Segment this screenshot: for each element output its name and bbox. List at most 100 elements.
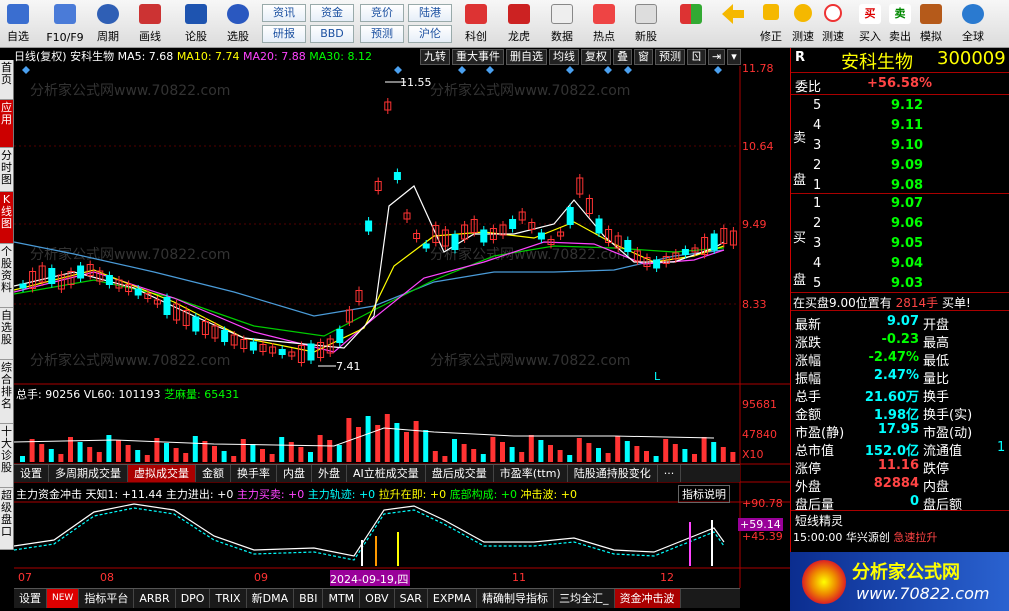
itab-settings[interactable]: 设置 [14, 589, 47, 608]
toolbar-item-newstock[interactable]: 新股 [630, 2, 662, 46]
itab-three-ma[interactable]: 三均全汇_ [554, 589, 615, 608]
toolbar-item-sell[interactable]: 卖卖出 [886, 2, 914, 46]
itab-guided[interactable]: 精确制导指标 [477, 589, 555, 608]
btn-research[interactable]: 研报 [262, 25, 306, 43]
sells-price[interactable]: 9.12 [891, 98, 923, 113]
btn-window[interactable]: 窗 [634, 49, 653, 65]
vtab-after-hours[interactable]: 盘后成交量 [426, 465, 494, 482]
stat-value: 1.98亿 [873, 408, 919, 423]
vtab-ai[interactable]: AI立桩成交量 [347, 465, 426, 482]
itab-bbi[interactable]: BBI [294, 589, 324, 608]
toolbar-item-draw[interactable]: 画线 [134, 2, 166, 46]
btn-overlay[interactable]: 叠 [613, 49, 632, 65]
toolbar-item-discuss[interactable]: 论股 [180, 2, 212, 46]
vtab-northbound[interactable]: 陆股通持股变化 [568, 465, 658, 482]
tab-home[interactable]: 首页 [0, 60, 13, 100]
tab-kline[interactable]: K线图 [0, 192, 13, 244]
buys-price[interactable]: 9.04 [891, 256, 923, 271]
btn-events[interactable]: 重大事件 [452, 49, 504, 65]
itab-mtm[interactable]: MTM [323, 589, 361, 608]
vtab-inner[interactable]: 内盘 [277, 465, 312, 482]
vtab-pe[interactable]: 市盈率(ttm) [494, 465, 568, 482]
toolbar-item-grid[interactable] [676, 2, 706, 46]
btn-remove-watch[interactable]: 删自选 [506, 49, 547, 65]
up-arrow-icon [763, 4, 779, 20]
toolbar-item-speed[interactable]: 测速 [788, 2, 818, 46]
vtab-settings[interactable]: 设置 [14, 465, 49, 482]
vtab-outer[interactable]: 外盘 [312, 465, 347, 482]
itab-obv[interactable]: OBV [360, 589, 395, 608]
volume-bar [701, 437, 707, 462]
itab-fund-impact[interactable]: 资金冲击波 [614, 589, 681, 608]
btn-jiuzhuan[interactable]: 九转 [420, 49, 450, 65]
btn-layout[interactable]: ㄖ [687, 49, 706, 65]
itab-platform[interactable]: 指标平台 [79, 589, 135, 608]
vtab-multi-period[interactable]: 多周期成交量 [49, 465, 128, 482]
sells-price[interactable]: 9.11 [891, 118, 923, 133]
indicator-help-button[interactable]: 指标说明 [678, 485, 730, 503]
candle-body [624, 240, 632, 252]
toolbar-item-data[interactable]: 数据 [546, 2, 578, 46]
vtab-virtual-volume[interactable]: 虚拟成交量 [128, 465, 196, 482]
btn-bbd[interactable]: BBD [310, 25, 354, 43]
buys-price[interactable]: 9.05 [891, 236, 923, 251]
stat-label-2: 跌停 [923, 462, 950, 477]
kline-chart[interactable] [14, 66, 790, 588]
itab-arbr[interactable]: ARBR [134, 589, 176, 608]
volume-bar [164, 443, 169, 462]
sells-price[interactable]: 9.10 [891, 138, 923, 153]
sells-level: 1 [813, 178, 822, 193]
toolbar-item-watchlist[interactable]: 自选 [2, 2, 34, 46]
science-icon [465, 4, 487, 24]
toolbar-item-test[interactable]: 测速 [818, 2, 848, 46]
toolbar-item-buy[interactable]: 买买入 [856, 2, 884, 46]
tab-intraday[interactable]: 分时图 [0, 148, 13, 192]
sells-price[interactable]: 9.08 [891, 178, 923, 193]
tab-ranking[interactable]: 综合排名 [0, 360, 13, 424]
itab-expma[interactable]: EXPMA [428, 589, 478, 608]
btn-forecast-chart[interactable]: 预测 [655, 49, 685, 65]
btn-news[interactable]: 资讯 [262, 4, 306, 22]
stat-label: 涨跌 [795, 336, 822, 351]
sells-price[interactable]: 9.09 [891, 158, 923, 173]
vtab-more[interactable]: ··· [658, 465, 682, 482]
tab-level2[interactable]: 超级盘口 [0, 488, 13, 550]
toolbar-item-star-market[interactable]: 科创 [460, 2, 492, 46]
itab-trix[interactable]: TRIX [210, 589, 247, 608]
vtab-amount[interactable]: 金额 [196, 465, 231, 482]
tab-diagnose[interactable]: 十大诊股 [0, 424, 13, 488]
toolbar-item-hot[interactable]: 热点 [588, 2, 620, 46]
tab-watchlist[interactable]: 自选股 [0, 308, 13, 360]
buys-price[interactable]: 9.03 [891, 276, 923, 291]
itab-dma[interactable]: 新DMA [247, 589, 295, 608]
itab-sar[interactable]: SAR [395, 589, 428, 608]
stat-value: 2.47% [873, 368, 919, 383]
btn-ma[interactable]: 均线 [549, 49, 579, 65]
volume-bar [356, 427, 361, 462]
btn-hk[interactable]: 陆港 [408, 4, 452, 22]
toolbar-item-sim[interactable]: 模拟 [916, 2, 946, 46]
itab-dpo[interactable]: DPO [176, 589, 211, 608]
buys-level: 5 [813, 276, 822, 291]
short-row[interactable]: 15:00:00 华兴源创 急速拉升 [793, 529, 937, 545]
tab-apps[interactable]: 应用 [0, 100, 13, 148]
btn-auction[interactable]: 竞价 [360, 4, 404, 22]
toolbar-item-dragon[interactable]: 龙虎 [503, 2, 535, 46]
btn-menu[interactable]: ▾ [727, 49, 741, 65]
btn-adjust[interactable]: 复权 [581, 49, 611, 65]
btn-funds[interactable]: 资金 [310, 4, 354, 22]
btn-london[interactable]: 沪伦 [408, 25, 452, 43]
vtab-turnover[interactable]: 换手率 [231, 465, 277, 482]
toolbar-item-back[interactable] [718, 2, 748, 46]
toolbar-item-period[interactable]: 周期 [92, 2, 124, 46]
toolbar-item-f10[interactable]: F10/F9 [44, 2, 86, 46]
ind-d: 拉升在即: +0 [378, 488, 447, 501]
buys-price[interactable]: 9.07 [891, 196, 923, 211]
toolbar-item-global[interactable]: 全球 [956, 2, 990, 46]
buys-price[interactable]: 9.06 [891, 216, 923, 231]
toolbar-item-fix[interactable]: 修正 [756, 2, 786, 46]
toolbar-item-select[interactable]: 选股 [222, 2, 254, 46]
btn-next[interactable]: ⇥ [708, 49, 726, 65]
btn-forecast[interactable]: 预测 [360, 25, 404, 43]
tab-profile[interactable]: 个股资料 [0, 244, 13, 308]
